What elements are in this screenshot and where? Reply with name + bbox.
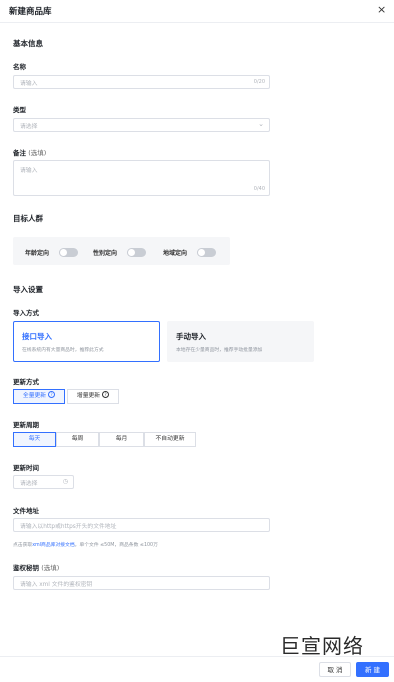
note-placeholder: 请输入 [20, 168, 38, 174]
update-period-label: 更新周期 [13, 421, 39, 429]
target-toggle-panel: 年龄定向 性别定向 地域定向 [13, 237, 230, 265]
section-import-settings: 导入设置 [13, 285, 43, 294]
period-daily[interactable]: 每天 [13, 432, 56, 447]
region-toggle-label: 地域定向 [163, 250, 188, 257]
name-char-count: 0/20 [253, 79, 265, 85]
file-url-hint: 点击获取xml商品库对接文档。单个文件 ≤50M，商品条数 ≤100万 [13, 541, 158, 548]
period-monthly[interactable]: 每月 [99, 432, 144, 447]
name-label: 名称 [13, 63, 26, 71]
help-icon: ? [102, 391, 110, 398]
period-weekly[interactable]: 每周 [56, 432, 99, 447]
auth-key-placeholder: 请输入 xml 文件的鉴权密钥 [20, 582, 93, 588]
hint-suffix: 。单个文件 ≤50M，商品条数 ≤100万 [74, 543, 158, 548]
api-import-title: 接口导入 [22, 332, 52, 341]
hint-prefix: 点击获取 [13, 543, 33, 548]
type-label: 类型 [13, 106, 26, 114]
type-select[interactable]: 请选择 ⌄ [13, 118, 270, 132]
clock-icon: ◷ [62, 478, 68, 485]
manual-import-card[interactable]: 手动导入 本地存在少量商品时，推荐手动批量添加 [167, 321, 314, 362]
toggle-knob [60, 249, 67, 256]
update-time-picker[interactable]: 请选择 ◷ [13, 475, 74, 489]
dialog-title: 新建商品库 [9, 7, 52, 17]
close-icon[interactable]: × [377, 3, 386, 16]
chevron-down-icon: ⌄ [258, 120, 264, 128]
update-time-label: 更新时间 [13, 464, 39, 472]
auth-key-label: 鉴权秘钥 (选填) [13, 562, 59, 572]
watermark: 巨宣网络 [280, 634, 364, 658]
age-toggle[interactable] [59, 248, 78, 257]
type-placeholder: 请选择 [20, 124, 38, 130]
age-toggle-label: 年龄定向 [25, 250, 50, 257]
auth-key-input[interactable]: 请输入 xml 文件的鉴权密钥 [13, 576, 270, 590]
file-url-placeholder: 请输入以http或https开头的文件地址 [20, 524, 117, 530]
toggle-knob [128, 249, 135, 256]
period-no-auto[interactable]: 不自动更新 [144, 432, 196, 447]
help-icon: ? [48, 391, 56, 398]
import-mode-label: 导入方式 [13, 309, 39, 317]
note-char-count: 0/40 [253, 186, 265, 192]
name-placeholder: 请输入 [20, 81, 38, 87]
toggle-knob [198, 249, 205, 256]
api-import-card[interactable]: 接口导入 在线系统内有大量商品时，推荐此方式 [13, 321, 160, 362]
full-update-option[interactable]: 全量更新? [13, 389, 65, 404]
update-time-placeholder: 请选择 [20, 481, 38, 487]
full-update-label: 全量更新 [22, 393, 47, 399]
note-optional: (选填) [28, 149, 47, 157]
region-toggle[interactable] [197, 248, 216, 257]
gender-toggle[interactable] [127, 248, 146, 257]
cancel-button[interactable]: 取 消 [319, 662, 351, 677]
section-target-audience: 目标人群 [13, 214, 43, 223]
note-label: 备注 (选填) [13, 147, 46, 157]
file-url-label: 文件地址 [13, 507, 39, 515]
api-import-desc: 在线系统内有大量商品时，推荐此方式 [22, 348, 104, 353]
file-url-input[interactable]: 请输入以http或https开头的文件地址 [13, 518, 270, 532]
section-basic-info: 基本信息 [13, 39, 43, 48]
auth-key-optional: (选填) [41, 564, 60, 572]
incremental-update-label: 增量更新 [76, 393, 101, 399]
auth-key-label-text: 鉴权秘钥 [13, 564, 39, 572]
dialog-header: 新建商品库 × [0, 0, 394, 23]
create-button[interactable]: 新 建 [356, 662, 389, 677]
xml-doc-link[interactable]: xml商品库对接文档 [32, 543, 74, 548]
incremental-update-option[interactable]: 增量更新? [67, 389, 119, 404]
manual-import-title: 手动导入 [176, 332, 206, 341]
name-input[interactable]: 请输入 0/20 [13, 75, 270, 89]
gender-toggle-label: 性别定向 [93, 250, 118, 257]
update-mode-label: 更新方式 [13, 378, 39, 386]
note-textarea[interactable]: 请输入 0/40 [13, 160, 270, 196]
manual-import-desc: 本地存在少量商品时，推荐手动批量添加 [176, 348, 263, 353]
note-label-text: 备注 [13, 149, 26, 157]
